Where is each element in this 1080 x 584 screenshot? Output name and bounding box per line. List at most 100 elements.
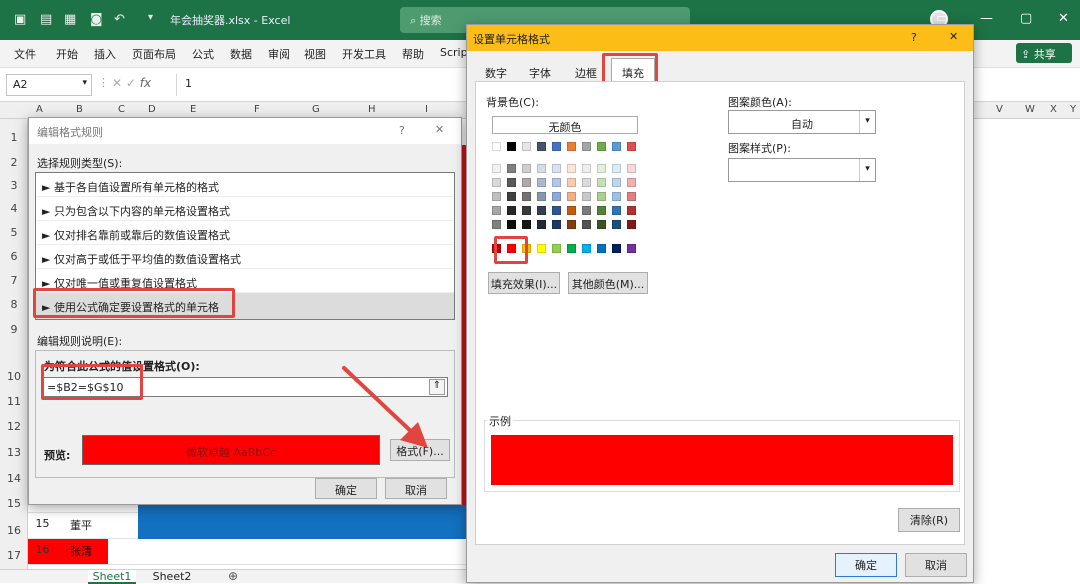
color-swatch[interactable] <box>627 244 636 253</box>
close-icon[interactable]: ✕ <box>435 123 444 136</box>
color-swatch[interactable] <box>612 142 621 151</box>
col-d[interactable]: D <box>148 104 156 115</box>
fx-icon[interactable]: ✕ ✓ fx <box>112 76 151 90</box>
row-9[interactable]: 9 <box>0 323 28 336</box>
row-11[interactable]: 11 <box>0 395 28 408</box>
color-swatch[interactable] <box>552 178 561 187</box>
color-swatch[interactable] <box>627 164 636 173</box>
color-swatch[interactable] <box>552 220 561 229</box>
color-swatch[interactable] <box>582 244 591 253</box>
tab-page-layout[interactable]: 页面布局 <box>132 46 176 62</box>
cell-a16[interactable]: 15 <box>30 517 55 530</box>
rule-type-item[interactable]: ► 仅对排名靠前或靠后的数值设置格式 <box>36 221 454 245</box>
maximize-icon[interactable]: ▢ <box>1020 11 1032 26</box>
help-icon[interactable]: ? <box>399 124 405 137</box>
color-swatch[interactable] <box>492 164 501 173</box>
row-17[interactable]: 17 <box>0 549 28 562</box>
help-icon[interactable]: ? <box>911 31 917 44</box>
row-7[interactable]: 7 <box>0 274 28 287</box>
color-swatch[interactable] <box>522 142 531 151</box>
color-swatch[interactable] <box>492 220 501 229</box>
color-swatch[interactable] <box>567 164 576 173</box>
color-swatch[interactable] <box>597 206 606 215</box>
ok-button[interactable]: 确定 <box>315 478 377 499</box>
color-swatch[interactable] <box>507 164 516 173</box>
tab-number[interactable]: 数字 <box>485 65 507 81</box>
color-swatch[interactable] <box>582 142 591 151</box>
tab-view[interactable]: 视图 <box>304 46 326 62</box>
color-swatch[interactable] <box>597 142 606 151</box>
color-swatch[interactable] <box>567 244 576 253</box>
color-swatch[interactable] <box>537 244 546 253</box>
camera-icon[interactable]: ◙ <box>90 12 103 27</box>
minimize-icon[interactable]: — <box>980 11 993 26</box>
color-swatch[interactable] <box>537 178 546 187</box>
color-swatch[interactable] <box>552 206 561 215</box>
rule-type-item[interactable]: ► 基于各自值设置所有单元格的格式 <box>36 173 454 197</box>
color-swatch[interactable] <box>582 192 591 201</box>
row-14[interactable]: 14 <box>0 472 28 485</box>
col-e[interactable]: E <box>190 104 196 115</box>
color-swatch[interactable] <box>582 178 591 187</box>
color-swatch[interactable] <box>522 178 531 187</box>
color-swatch[interactable] <box>627 192 636 201</box>
col-i[interactable]: I <box>425 104 428 115</box>
close-icon[interactable]: ✕ <box>949 30 958 43</box>
name-box[interactable]: A2 ▾ <box>6 74 92 96</box>
color-swatch[interactable] <box>612 164 621 173</box>
row-2[interactable]: 2 <box>0 156 28 169</box>
color-swatch[interactable] <box>627 206 636 215</box>
color-swatch[interactable] <box>537 192 546 201</box>
customize-icon[interactable]: ▾ <box>148 12 153 23</box>
color-swatch[interactable] <box>582 206 591 215</box>
tab-data[interactable]: 数据 <box>230 46 252 62</box>
cell-b16[interactable]: 董平 <box>56 517 106 533</box>
no-color-button[interactable]: 无颜色 <box>492 116 638 134</box>
cancel-button[interactable]: 取消 <box>905 553 967 577</box>
color-swatch[interactable] <box>597 178 606 187</box>
col-x[interactable]: X <box>1050 104 1057 115</box>
color-swatch[interactable] <box>597 164 606 173</box>
color-swatch[interactable] <box>567 178 576 187</box>
color-swatch[interactable] <box>612 244 621 253</box>
row-5[interactable]: 5 <box>0 226 28 239</box>
col-v[interactable]: V <box>996 104 1003 115</box>
color-swatch[interactable] <box>492 192 501 201</box>
row-16[interactable]: 16 <box>0 524 28 537</box>
tab-border[interactable]: 边框 <box>575 65 597 81</box>
col-c[interactable]: C <box>118 104 125 115</box>
col-y[interactable]: Y <box>1070 104 1076 115</box>
cell-b17[interactable]: 张清 <box>56 543 106 559</box>
tab-home[interactable]: 开始 <box>56 46 78 62</box>
save-icon[interactable]: ▤ <box>40 12 52 27</box>
grid-icon[interactable]: ▦ <box>64 12 76 27</box>
col-h[interactable]: H <box>368 104 376 115</box>
color-swatch[interactable] <box>552 142 561 151</box>
col-a[interactable]: A <box>36 104 43 115</box>
share-button[interactable]: ⇪ 共享 <box>1016 43 1072 63</box>
color-swatch[interactable] <box>537 220 546 229</box>
col-b[interactable]: B <box>76 104 83 115</box>
row-1[interactable]: 1 <box>0 131 28 144</box>
col-g[interactable]: G <box>312 104 320 115</box>
row-4[interactable]: 4 <box>0 202 28 215</box>
color-swatch[interactable] <box>567 220 576 229</box>
tab-file[interactable]: 文件 <box>14 46 36 62</box>
pattern-color-select[interactable]: 自动 ▾ <box>728 110 876 134</box>
col-w[interactable]: W <box>1025 104 1035 115</box>
color-swatch[interactable] <box>537 142 546 151</box>
rule-type-item[interactable]: ► 仅对高于或低于平均值的数值设置格式 <box>36 245 454 269</box>
color-swatch[interactable] <box>507 142 516 151</box>
color-swatch[interactable] <box>522 206 531 215</box>
color-swatch[interactable] <box>537 206 546 215</box>
formula-input[interactable]: 1 <box>176 74 466 96</box>
color-swatch[interactable] <box>492 142 501 151</box>
color-swatch[interactable] <box>552 192 561 201</box>
pattern-style-select[interactable]: ▾ <box>728 158 876 182</box>
row-3[interactable]: 3 <box>0 179 28 192</box>
color-swatch[interactable] <box>567 206 576 215</box>
color-swatch[interactable] <box>597 192 606 201</box>
color-swatch[interactable] <box>492 206 501 215</box>
tab-insert[interactable]: 插入 <box>94 46 116 62</box>
tab-formulas[interactable]: 公式 <box>192 46 214 62</box>
